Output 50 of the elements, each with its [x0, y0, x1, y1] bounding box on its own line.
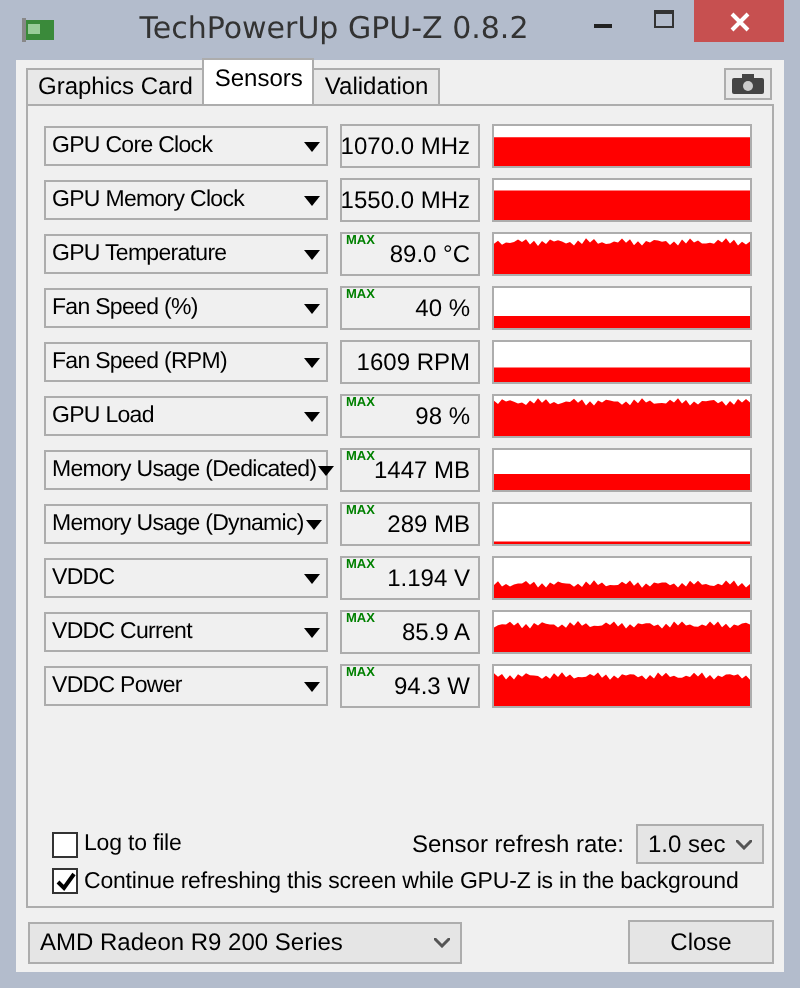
sensor-reading: 1.194 V [387, 564, 470, 592]
dropdown-arrow-icon [304, 681, 320, 691]
checkbox[interactable] [52, 868, 78, 894]
close-button[interactable]: Close [628, 920, 774, 964]
tab[interactable]: Validation [312, 68, 441, 104]
app-icon [22, 18, 54, 42]
dropdown-arrow-icon [304, 249, 320, 259]
dropdown-arrow-icon [304, 303, 320, 313]
sensor-dropdown[interactable]: VDDC Power [44, 666, 328, 706]
chevron-down-icon [736, 839, 752, 849]
sensor-reading: 98 % [415, 402, 470, 430]
checkbox-label[interactable]: Log to file [84, 832, 182, 856]
chevron-down-icon [434, 937, 450, 947]
checkbox-label[interactable]: Continue refreshing this screen while GPU-Z is in the background [84, 869, 739, 893]
tab[interactable]: Sensors [202, 58, 315, 104]
window-title: TechPowerUp GPU-Z 0.8.2 [137, 10, 531, 46]
dropdown-arrow-icon [304, 627, 320, 637]
refresh-rate-label: Sensor refresh rate: [411, 830, 624, 858]
dropdown-arrow-icon [305, 519, 322, 529]
dropdown-arrow-icon [304, 411, 320, 421]
dropdown-arrow-icon [318, 465, 335, 475]
sensor-dropdown[interactable]: Memory Usage (Dedicated) [44, 450, 328, 490]
sensor-dropdown[interactable]: GPU Temperature [44, 234, 328, 274]
sensor-reading: 289 MB [387, 510, 470, 538]
sensor-reading: 1447 MB [373, 456, 470, 484]
sensor-dropdown[interactable]: Memory Usage (Dynamic) [44, 504, 328, 544]
sensor-reading: 89.0 °C [389, 240, 470, 268]
tab[interactable]: Graphics Card [26, 68, 205, 104]
sensor-dropdown[interactable]: GPU Load [44, 396, 328, 436]
sensor-reading: 85.9 A [401, 618, 470, 646]
dropdown-arrow-icon [304, 195, 320, 205]
dropdown-arrow-icon [304, 141, 320, 151]
sensor-dropdown[interactable]: VDDC Current [44, 612, 328, 652]
sensor-dropdown[interactable]: VDDC [44, 558, 328, 598]
close-icon[interactable] [694, 0, 784, 42]
sensor-reading: 40 % [415, 294, 470, 322]
sensor-reading: 1070.0 MHz [340, 132, 470, 160]
camera-icon[interactable] [724, 68, 772, 100]
sensor-dropdown[interactable]: GPU Core Clock [44, 126, 328, 166]
sensor-reading: 1609 RPM [356, 348, 470, 376]
dropdown-arrow-icon [304, 357, 320, 367]
sensor-dropdown[interactable]: Fan Speed (RPM) [44, 342, 328, 382]
dropdown-arrow-icon [304, 573, 320, 583]
sensor-dropdown[interactable]: GPU Memory Clock [44, 180, 328, 220]
sensor-reading: 1550.0 MHz [340, 186, 470, 214]
refresh-rate-dropdown[interactable]: 1.0 sec [636, 824, 764, 864]
sensor-reading: 94.3 W [393, 672, 470, 700]
checkbox[interactable] [52, 831, 78, 857]
gpu-dropdown[interactable]: AMD Radeon R9 200 Series [28, 921, 462, 963]
sensor-dropdown[interactable]: Fan Speed (%) [44, 288, 328, 328]
